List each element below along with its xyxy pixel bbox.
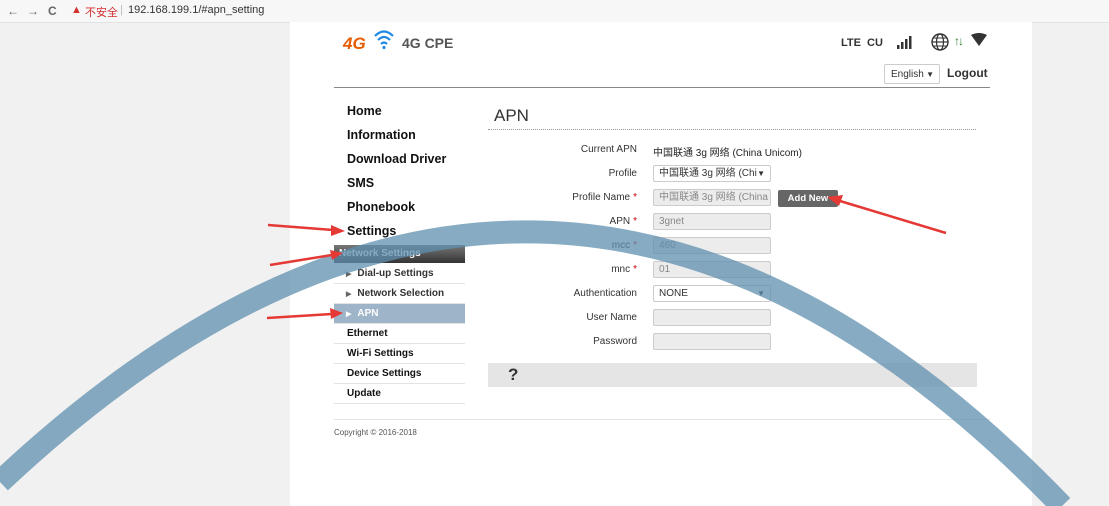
profile-name-label-text: Profile Name [572, 192, 631, 203]
language-select[interactable]: English ▼ [884, 64, 940, 84]
header-divider [334, 87, 990, 88]
brand-title: 4G CPE [402, 35, 454, 51]
mnc-label-text: mnc [611, 264, 631, 275]
back-icon[interactable]: ← [7, 4, 19, 18]
caret-right-icon: ▶ [346, 291, 352, 298]
signal-strength-icon [897, 36, 912, 49]
sidebar-item-ethernet[interactable]: Ethernet [334, 324, 465, 344]
data-transfer-icon: ↑↓ [954, 34, 964, 48]
help-bar: ? [488, 363, 977, 387]
nav-information[interactable]: Information [347, 128, 416, 142]
warning-icon: ▲ [71, 4, 82, 16]
mnc-field[interactable]: 01 [653, 261, 771, 278]
page-title: APN [494, 106, 529, 125]
password-label: Password [593, 336, 637, 347]
profile-select-value: 中国联通 3g 网络 (Chi [659, 168, 757, 179]
sidebar-item-label: Network Selection [357, 288, 445, 299]
profile-label: Profile [608, 168, 637, 179]
sidebar-item-device-settings[interactable]: Device Settings [334, 364, 465, 384]
caret-right-icon: ▶ [346, 311, 352, 318]
add-new-button[interactable]: Add New [778, 190, 838, 207]
nav-home[interactable]: Home [347, 104, 382, 118]
user-name-label: User Name [586, 312, 637, 323]
wifi-status-icon [971, 33, 987, 46]
required-mark: * [633, 192, 637, 203]
copyright-text: Copyright © 2016-2018 [334, 428, 417, 437]
url-separator: | [120, 4, 123, 16]
logout-link[interactable]: Logout [947, 66, 988, 80]
network-settings-header[interactable]: Network Settings [334, 245, 465, 263]
required-mark: * [633, 240, 637, 251]
title-divider [488, 129, 976, 130]
logo-4g: 4G [343, 34, 366, 53]
apn-label: APN * [517, 216, 637, 227]
sidebar-item-update[interactable]: Update [334, 384, 465, 404]
mnc-label: mnc * [517, 264, 637, 275]
chevron-down-icon: ▼ [926, 70, 934, 79]
wifi-logo-icon [374, 30, 394, 50]
sidebar-item-network-selection[interactable]: ▶ Network Selection [334, 284, 465, 304]
caret-right-icon: ▶ [346, 271, 352, 278]
authentication-select[interactable]: NONE ▼ [653, 285, 771, 302]
help-icon[interactable]: ? [508, 365, 518, 385]
sidebar-item-apn[interactable]: ▶ APN [334, 304, 465, 324]
chevron-down-icon: ▼ [757, 289, 765, 298]
nav-sms[interactable]: SMS [347, 176, 374, 190]
insecure-label: 不安全 [85, 7, 118, 19]
sidebar-item-wifi-settings[interactable]: Wi-Fi Settings [334, 344, 465, 364]
language-value: English [891, 69, 924, 80]
router-admin-page: 4G 4G CPE LTE CU ↑↓ English ▼ Logout Hom… [290, 22, 1032, 506]
nav-phonebook[interactable]: Phonebook [347, 200, 415, 214]
required-mark: * [633, 216, 637, 227]
profile-name-label: Profile Name * [517, 192, 637, 203]
forward-icon[interactable]: → [27, 4, 39, 18]
nav-settings[interactable]: Settings [347, 224, 396, 238]
mcc-field[interactable]: 460 [653, 237, 771, 254]
footer-divider [334, 419, 990, 420]
sidebar-item-label: APN [357, 308, 379, 319]
authentication-label: Authentication [573, 288, 637, 299]
chevron-down-icon: ▼ [757, 169, 765, 178]
sidebar-item-dialup-settings[interactable]: ▶ Dial-up Settings [334, 264, 465, 284]
user-name-field[interactable] [653, 309, 771, 326]
url-field[interactable]: 192.168.199.1/#apn_setting [128, 4, 264, 16]
reload-icon[interactable]: C [48, 4, 57, 18]
required-mark: * [633, 264, 637, 275]
mcc-label: mcc * [517, 240, 637, 251]
current-apn-label: Current APN [580, 144, 637, 155]
profile-name-field[interactable]: 中国联通 3g 网络 (China U [653, 189, 771, 206]
sidebar-item-label: Dial-up Settings [357, 268, 434, 279]
operator-label: CU [867, 37, 883, 49]
authentication-select-value: NONE [659, 288, 688, 299]
profile-select[interactable]: 中国联通 3g 网络 (Chi ▼ [653, 165, 771, 182]
current-apn-value: 中国联通 3g 网络 (China Unicom) [653, 148, 802, 159]
mcc-label-text: mcc [611, 240, 631, 251]
apn-field[interactable]: 3gnet [653, 213, 771, 230]
nav-download-driver[interactable]: Download Driver [347, 152, 446, 166]
network-type-label: LTE [841, 37, 861, 49]
browser-address-bar: ← → C ▲ 不安全 | 192.168.199.1/#apn_setting [0, 0, 1109, 23]
password-field[interactable] [653, 333, 771, 350]
globe-icon [931, 33, 949, 51]
apn-label-text: APN [609, 216, 631, 227]
